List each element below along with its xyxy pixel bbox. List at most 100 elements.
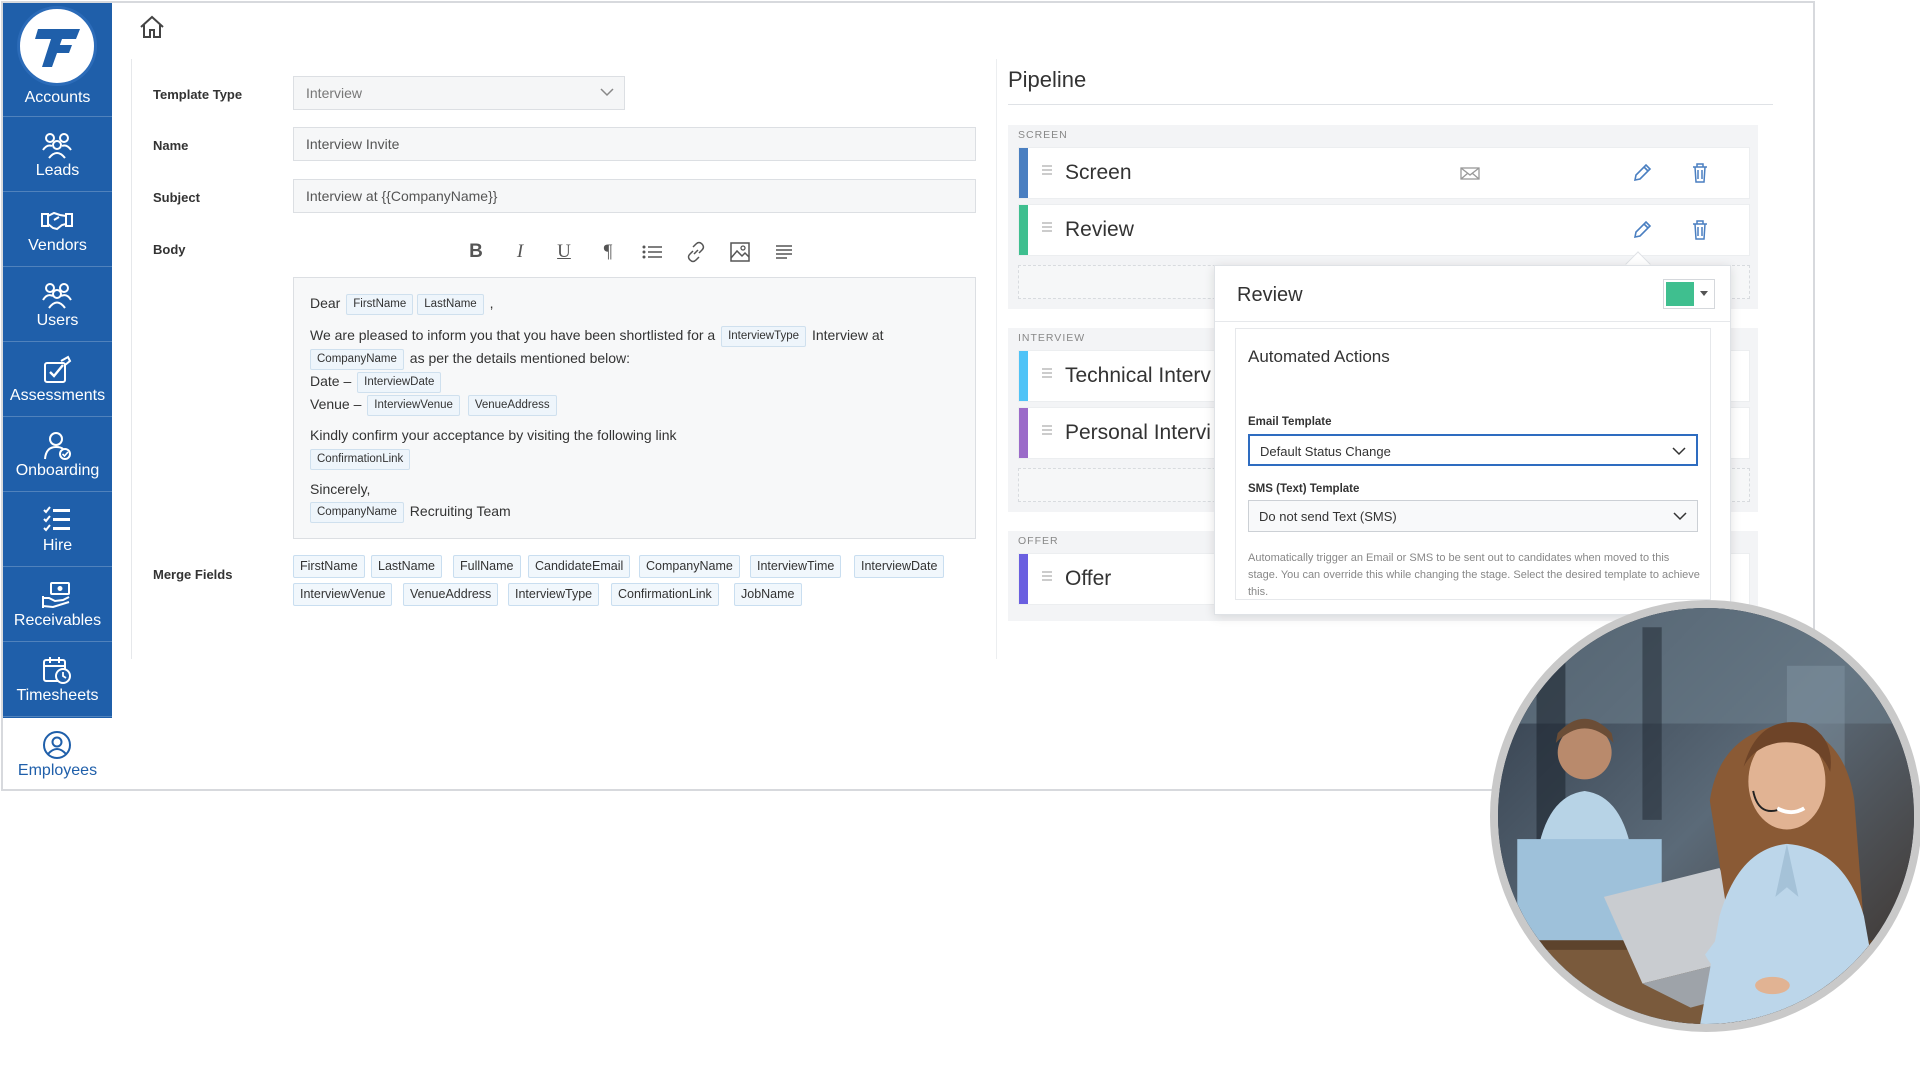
bulleted-list-button[interactable] [639, 239, 665, 265]
automated-actions-panel: Automated Actions Email Template Default… [1235, 328, 1711, 600]
home-icon[interactable] [139, 15, 165, 39]
sidebar-item-label: Users [36, 312, 79, 329]
name-input[interactable]: Interview Invite [293, 127, 976, 161]
sidebar-item-label: Onboarding [15, 462, 100, 479]
merge-field-chip[interactable]: InterviewTime [750, 555, 842, 578]
sidebar-item-label: Hire [42, 537, 73, 554]
email-icon[interactable] [1459, 162, 1481, 184]
chevron-down-icon [1673, 512, 1687, 521]
paragraph-button[interactable]: ¶ [595, 239, 621, 265]
merge-field-chip[interactable]: CompanyName [639, 555, 740, 578]
stage-color-picker[interactable] [1663, 279, 1715, 309]
drag-handle-icon[interactable] [1041, 569, 1053, 583]
email-template-label: Email Template [1248, 416, 1332, 428]
editor-line-confirm: Kindly confirm your acceptance by visiti… [310, 427, 677, 443]
merge-field-chip[interactable]: VenueAddress [403, 583, 499, 606]
body-label: Body [153, 242, 186, 257]
support-agent-photo [1490, 600, 1920, 1032]
handshake-icon [41, 211, 73, 231]
stage-color-bar [1019, 148, 1028, 198]
edit-icon[interactable] [1631, 219, 1653, 241]
edit-icon[interactable] [1631, 162, 1653, 184]
sidebar-item-assessments[interactable]: Assessments [3, 343, 112, 417]
merge-field-chip[interactable]: CandidateEmail [528, 555, 631, 578]
image-icon [730, 242, 750, 262]
delete-icon[interactable] [1689, 219, 1711, 241]
delete-icon[interactable] [1689, 162, 1711, 184]
template-type-select[interactable]: Interview [293, 76, 625, 110]
list-icon [43, 506, 70, 532]
drag-handle-icon[interactable] [1041, 220, 1053, 234]
merge-field-chip[interactable]: InterviewType [508, 583, 600, 606]
merge-chip: CompanyName [310, 502, 404, 523]
sidebar-item-leads[interactable]: Leads [3, 118, 112, 192]
merge-field-chip[interactable]: InterviewDate [854, 555, 945, 578]
brand-logo-icon [35, 29, 80, 67]
pipeline-separator [996, 59, 997, 659]
merge-field-chip[interactable]: FullName [453, 555, 521, 578]
group-label: SCREEN [1018, 129, 1068, 141]
stage-color-bar [1019, 408, 1028, 458]
stage-color-bar [1019, 351, 1028, 401]
merge-field-chip[interactable]: LastName [371, 555, 442, 578]
link-button[interactable] [683, 239, 709, 265]
group-label: INTERVIEW [1018, 332, 1086, 344]
popover-title: Review [1237, 284, 1303, 306]
color-swatch [1666, 282, 1694, 306]
sidebar-item-label: Timesheets [16, 687, 99, 704]
underline-button[interactable]: U [551, 239, 577, 265]
align-button[interactable] [771, 239, 797, 265]
editor-line-date: Date – InterviewDate [310, 372, 443, 393]
merge-chip: ConfirmationLink [310, 449, 411, 470]
pipeline-divider [1008, 104, 1773, 105]
merge-field-chip[interactable]: ConfirmationLink [611, 583, 719, 606]
bold-button[interactable]: B [463, 239, 489, 265]
sms-template-select[interactable]: Do not send Text (SMS) [1248, 500, 1698, 532]
sidebar-item-timesheets[interactable]: Timesheets [3, 643, 112, 717]
merge-chip: InterviewDate [357, 372, 442, 393]
bulleted-list-icon [642, 245, 662, 259]
merge-field-chip[interactable]: FirstName [293, 555, 365, 578]
merge-chip: VenueAddress [467, 395, 557, 416]
stage-settings-popover: Review Automated Actions Email Template … [1214, 265, 1731, 615]
merge-chip: InterviewVenue [367, 395, 460, 416]
sidebar-item-hire[interactable]: Hire [3, 493, 112, 567]
caret-down-icon [1700, 291, 1708, 296]
editor-line-link: ConfirmationLink [310, 449, 412, 470]
sidebar-item-employees[interactable]: Employees [3, 718, 112, 789]
merge-field-chip[interactable]: JobName [734, 583, 802, 606]
sidebar-item-onboarding[interactable]: Onboarding [3, 418, 112, 492]
email-template-select[interactable]: Default Status Change [1248, 434, 1698, 466]
sidebar-item-users[interactable]: Users [3, 268, 112, 342]
sidebar-item-receivables[interactable]: Receivables [3, 568, 112, 642]
sidebar-item-vendors[interactable]: Vendors [3, 193, 112, 267]
merge-chip: LastName [417, 294, 484, 315]
sidebar-item-label: Assessments [9, 387, 106, 404]
email-template-value: Default Status Change [1260, 444, 1391, 459]
stage-title: Personal Intervi [1065, 421, 1211, 444]
sidebar-item-accounts[interactable]: Accounts [3, 3, 112, 117]
money-hand-icon [42, 582, 70, 609]
drag-handle-icon[interactable] [1041, 163, 1053, 177]
stage-review[interactable]: Review [1018, 204, 1750, 256]
editor-line-greeting: Dear FirstName LastName , [310, 294, 493, 315]
group-label: OFFER [1018, 535, 1059, 547]
merge-field-chip[interactable]: InterviewVenue [293, 583, 393, 606]
sidebar-item-label: Vendors [28, 237, 87, 254]
leads-icon [42, 133, 72, 159]
stage-screen[interactable]: Screen [1018, 147, 1750, 199]
drag-handle-icon[interactable] [1041, 366, 1053, 380]
sms-template-label: SMS (Text) Template [1248, 483, 1360, 495]
body-editor[interactable]: Dear FirstName LastName , We are pleased … [293, 277, 976, 539]
merge-chip: InterviewType [721, 326, 807, 347]
sidebar-item-label: Employees [17, 762, 98, 779]
drag-handle-icon[interactable] [1041, 423, 1053, 437]
popover-divider [1215, 321, 1730, 322]
calendar-clock-icon [43, 657, 71, 684]
image-button[interactable] [727, 239, 753, 265]
editor-line-signature: CompanyName Recruiting Team [310, 502, 511, 523]
italic-button[interactable]: I [507, 239, 533, 265]
chevron-down-icon [1672, 447, 1686, 456]
subject-input[interactable]: Interview at {{CompanyName}} [293, 179, 976, 213]
stage-color-bar [1019, 205, 1028, 255]
